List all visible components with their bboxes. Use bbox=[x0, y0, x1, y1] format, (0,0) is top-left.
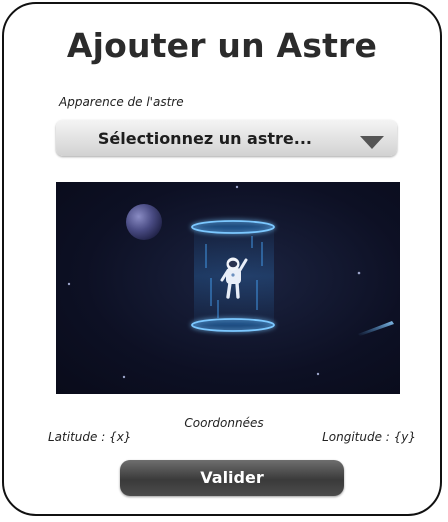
latitude-label: Latitude : {x} bbox=[48, 430, 132, 444]
appearance-select[interactable]: Sélectionnez un astre... bbox=[56, 120, 397, 156]
star bbox=[67, 282, 71, 286]
appearance-select-value: Sélectionnez un astre... bbox=[97, 129, 312, 148]
page-title: Ajouter un Astre bbox=[66, 26, 378, 65]
star bbox=[235, 185, 239, 189]
space-scene-illustration bbox=[67, 185, 394, 379]
longitude-label: Longitude : {y} bbox=[322, 430, 416, 444]
teleporter-top-ring bbox=[191, 220, 275, 234]
appearance-label: Apparence de l'astre bbox=[59, 95, 184, 109]
teleporter-bottom-ring bbox=[191, 318, 275, 332]
star bbox=[357, 271, 361, 275]
coordinates-title: Coordonnées bbox=[184, 416, 264, 430]
star bbox=[316, 372, 320, 376]
comet-icon bbox=[358, 321, 394, 336]
planet-icon bbox=[126, 204, 162, 240]
submit-button[interactable]: Valider bbox=[120, 460, 344, 496]
star bbox=[122, 375, 126, 379]
chevron-down-icon[interactable] bbox=[360, 136, 384, 149]
astre-preview-image bbox=[56, 182, 400, 394]
